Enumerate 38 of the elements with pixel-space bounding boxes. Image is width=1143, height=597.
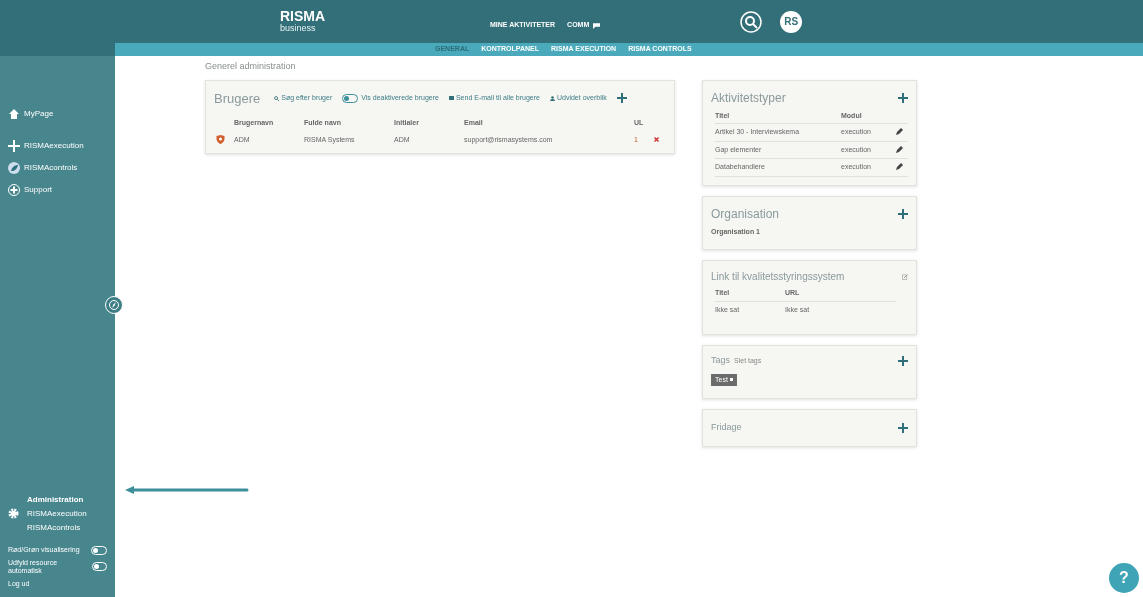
plus-icon[interactable] — [898, 355, 908, 366]
plus-icon[interactable] — [898, 208, 908, 219]
pencil-icon[interactable] — [896, 127, 904, 135]
logo[interactable]: RISMA — [280, 9, 490, 23]
pencil-icon[interactable] — [896, 162, 904, 170]
chat-icon[interactable] — [593, 22, 601, 29]
card-title: Tags — [711, 354, 730, 367]
plus-icon[interactable] — [616, 93, 627, 104]
compass-icon — [109, 300, 119, 310]
page-title: Generel administration — [205, 60, 297, 73]
logo-subtitle: business — [280, 23, 317, 34]
envelope-icon — [448, 96, 454, 101]
admin-link[interactable]: RISMAexecution — [27, 507, 87, 520]
sidebar-item[interactable]: RISMAcontrols — [8, 162, 107, 174]
admin-link[interactable]: Administration — [27, 493, 87, 506]
users-icon — [549, 95, 555, 101]
sidebar-item[interactable]: Support — [8, 184, 107, 196]
delete-icon[interactable] — [654, 137, 659, 143]
card-title: Aktivitetstyper — [711, 89, 786, 107]
help-button[interactable]: ? — [1109, 563, 1139, 593]
gear-icon[interactable] — [8, 508, 19, 519]
search-icon — [274, 95, 280, 101]
card-title: Link til kvalitetsstyringssystem — [711, 270, 845, 284]
plus-icon[interactable] — [898, 422, 908, 433]
edit-icon[interactable] — [902, 273, 908, 280]
user-avatar[interactable]: RS — [780, 10, 803, 33]
sidebar-item[interactable]: MyPage — [8, 108, 107, 120]
house-icon — [8, 108, 20, 120]
plus-icon[interactable] — [898, 92, 908, 103]
shield-icon — [216, 135, 225, 145]
admin-link[interactable]: RISMAcontrols — [27, 521, 87, 534]
sidebar-item[interactable]: RISMAexecution — [8, 140, 107, 152]
card-title: Fridage — [711, 421, 742, 434]
card-title: Brugere — [214, 89, 261, 108]
search-icon[interactable] — [740, 10, 763, 33]
leaf-icon — [8, 162, 20, 174]
plus-circle-icon — [8, 184, 20, 196]
card-title: Organisation — [711, 205, 780, 223]
